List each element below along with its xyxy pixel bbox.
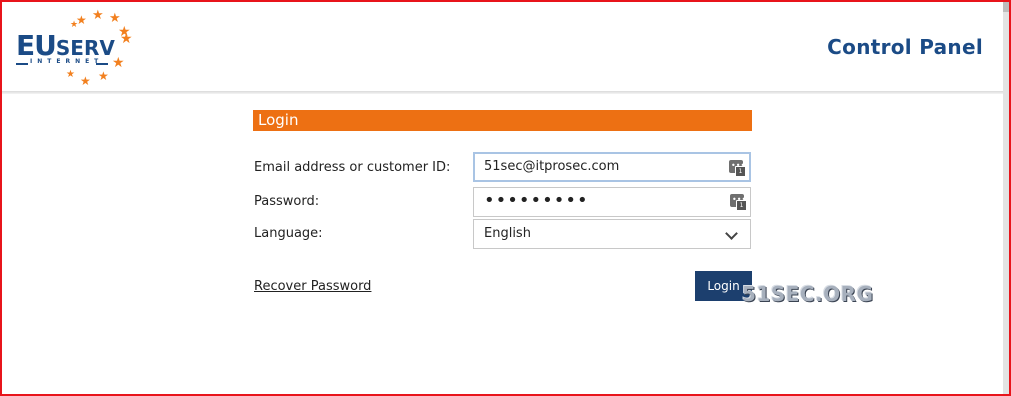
star-icon: ★ <box>70 20 79 30</box>
star-icon: ★ <box>120 31 133 47</box>
scrollbar-track[interactable] <box>1003 2 1009 394</box>
watermark: 51SEC.ORG <box>742 282 874 306</box>
login-section-header: Login <box>253 110 752 131</box>
email-value: 51sec@itprosec.com <box>484 159 620 174</box>
password-manager-icon[interactable]: •••1 <box>730 194 747 211</box>
chevron-down-icon <box>725 227 738 240</box>
email-label: Email address or customer ID: <box>254 160 451 175</box>
language-select[interactable]: English <box>473 219 751 249</box>
language-label: Language: <box>254 226 323 241</box>
password-field[interactable]: ••••••••• •••1 <box>473 187 751 217</box>
password-manager-icon[interactable]: •••1 <box>729 160 746 177</box>
logo-rule <box>16 63 28 65</box>
password-value: ••••••••• <box>484 190 589 211</box>
password-label: Password: <box>254 194 320 209</box>
page-title: Control Panel <box>827 35 983 59</box>
email-field[interactable]: 51sec@itprosec.com •••1 <box>473 152 751 182</box>
star-icon: ★ <box>66 69 75 80</box>
header: ★ ★ ★ ★ ★ ★ ★ ★ ★ ★ EUSERV INTERNET Cont… <box>2 2 1003 92</box>
euserv-logo[interactable]: ★ ★ ★ ★ ★ ★ ★ ★ ★ ★ EUSERV INTERNET <box>14 8 139 90</box>
star-icon: ★ <box>98 69 109 83</box>
recover-password-link[interactable]: Recover Password <box>254 279 371 294</box>
logo-subtext: INTERNET <box>30 58 104 65</box>
header-divider <box>2 91 1003 94</box>
scrollbar-thumb[interactable] <box>1003 2 1009 12</box>
star-icon: ★ <box>92 8 104 23</box>
language-value: English <box>484 226 531 241</box>
star-icon: ★ <box>80 74 91 88</box>
